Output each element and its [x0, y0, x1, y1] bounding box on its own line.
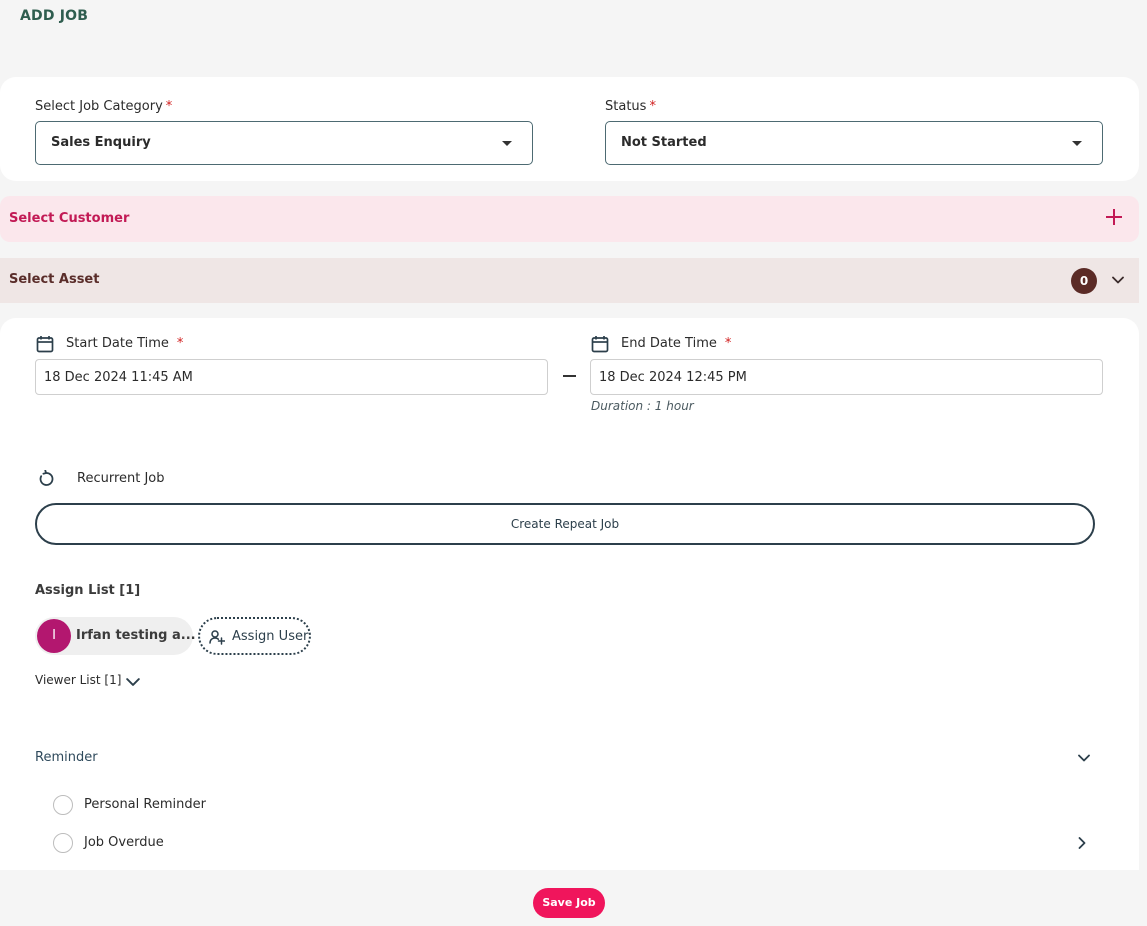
calendar-icon — [591, 336, 609, 353]
avatar: I — [37, 619, 71, 653]
start-date-input[interactable]: 18 Dec 2024 11:45 AM — [35, 359, 548, 395]
end-date-label: End Date Time * — [621, 336, 732, 351]
required-marker: * — [649, 99, 656, 114]
asset-count-badge: 0 — [1071, 268, 1097, 294]
job-category-value: Sales Enquiry — [51, 135, 151, 150]
start-date-value: 18 Dec 2024 11:45 AM — [44, 370, 193, 385]
job-category-label: Select Job Category * — [35, 99, 173, 114]
page-title: ADD JOB — [20, 8, 89, 24]
job-details-card: Select Job Category * Sales Enquiry Statu… — [0, 77, 1139, 181]
date-range-separator — [563, 375, 576, 377]
recurrent-job-label: Recurrent Job — [77, 471, 165, 486]
assign-list-title: Assign List [1] — [35, 583, 141, 598]
chevron-down-icon[interactable] — [1078, 752, 1090, 764]
add-user-icon — [209, 630, 225, 645]
dropdown-arrow-icon — [502, 141, 512, 146]
duration-text: Duration : 1 hour — [591, 399, 694, 413]
select-asset-label: Select Asset — [9, 272, 100, 287]
assigned-user-name: Irfan testing a... — [76, 628, 196, 643]
personal-reminder-label: Personal Reminder — [84, 797, 206, 812]
required-marker: * — [176, 336, 184, 351]
create-repeat-job-button[interactable]: Create Repeat Job — [35, 503, 1095, 545]
chevron-down-icon[interactable] — [126, 675, 140, 689]
add-customer-icon[interactable] — [1106, 209, 1122, 225]
assign-user-label: Assign User — [232, 629, 309, 644]
calendar-icon — [36, 336, 54, 353]
viewer-list-toggle[interactable]: Viewer List [1] — [35, 673, 121, 687]
select-asset-bar[interactable]: Select Asset — [0, 258, 1139, 303]
required-marker: * — [165, 99, 173, 114]
status-value: Not Started — [621, 135, 707, 150]
assigned-user-chip[interactable]: I Irfan testing a... — [35, 617, 196, 655]
required-marker: * — [724, 336, 732, 351]
chevron-right-icon[interactable] — [1076, 837, 1088, 849]
status-label: Status * — [605, 99, 656, 114]
reminder-label: Reminder — [35, 750, 98, 765]
chevron-down-icon[interactable] — [1112, 274, 1124, 286]
job-overdue-radio[interactable] — [53, 833, 73, 853]
select-customer-label: Select Customer — [9, 211, 130, 226]
job-form-card — [0, 318, 1139, 870]
job-category-select[interactable]: Sales Enquiry — [35, 121, 533, 165]
personal-reminder-radio[interactable] — [53, 795, 73, 815]
save-job-button[interactable]: Save Job — [533, 888, 605, 918]
dropdown-arrow-icon — [1072, 141, 1082, 146]
assign-user-button[interactable]: Assign User — [198, 617, 311, 655]
status-select[interactable]: Not Started — [605, 121, 1103, 165]
end-date-value: 18 Dec 2024 12:45 PM — [599, 370, 747, 385]
repeat-icon — [39, 470, 54, 486]
start-date-label: Start Date Time * — [66, 336, 184, 351]
job-overdue-label: Job Overdue — [84, 835, 164, 850]
select-customer-bar[interactable]: Select Customer — [0, 196, 1139, 242]
end-date-input[interactable]: 18 Dec 2024 12:45 PM — [590, 359, 1103, 395]
